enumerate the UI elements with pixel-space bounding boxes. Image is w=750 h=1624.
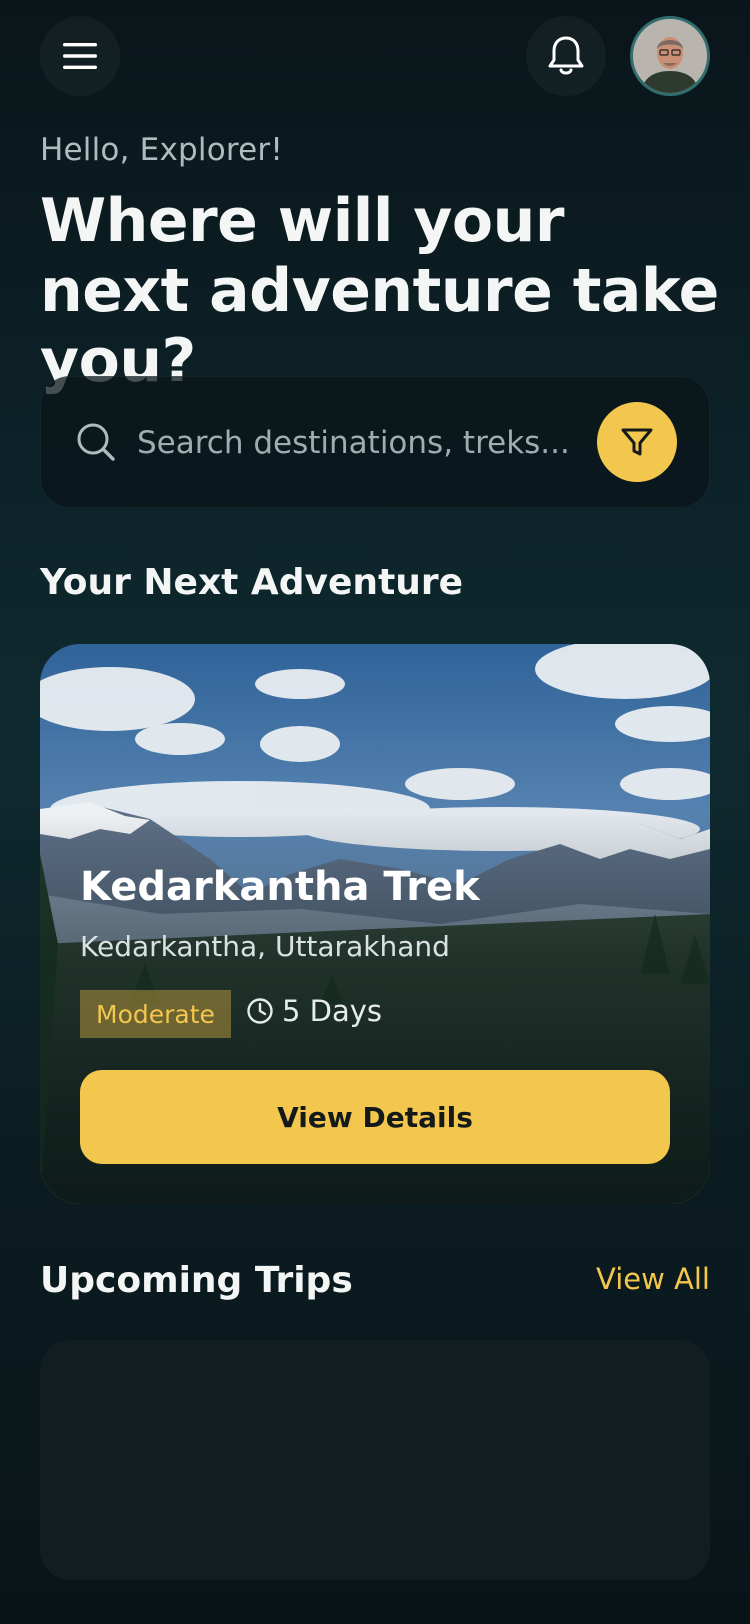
greeting-text: Hello, Explorer! [40, 132, 283, 168]
user-avatar[interactable] [630, 16, 710, 96]
upcoming-trips-heading: Upcoming Trips [40, 1260, 353, 1301]
trek-name: Kedarkantha Trek [80, 864, 480, 910]
upcoming-trip-card-placeholder[interactable] [40, 1340, 710, 1580]
search-icon [77, 423, 115, 461]
view-details-button[interactable]: View Details [80, 1070, 670, 1164]
search-input[interactable] [137, 417, 577, 469]
search-bar [40, 376, 710, 508]
trek-duration: 5 Days [246, 994, 382, 1028]
menu-button[interactable] [40, 16, 120, 96]
filter-button[interactable] [597, 402, 677, 482]
next-adventure-heading: Your Next Adventure [40, 562, 464, 603]
filter-icon [621, 428, 653, 456]
clock-icon [247, 998, 273, 1024]
top-bar [0, 0, 750, 110]
page-headline: Where will your next adventure take you? [40, 186, 719, 396]
hamburger-menu-icon [63, 43, 97, 69]
notifications-button[interactable] [526, 16, 606, 96]
difficulty-badge: Moderate [80, 990, 231, 1038]
view-all-link[interactable]: View All [596, 1262, 710, 1296]
trek-location: Kedarkantha, Uttarakhand [80, 930, 450, 963]
duration-text: 5 Days [282, 994, 383, 1028]
next-adventure-card[interactable]: Kedarkantha Trek Kedarkantha, Uttarakhan… [40, 644, 710, 1204]
bell-icon [548, 36, 584, 75]
avatar-photo [633, 19, 707, 93]
